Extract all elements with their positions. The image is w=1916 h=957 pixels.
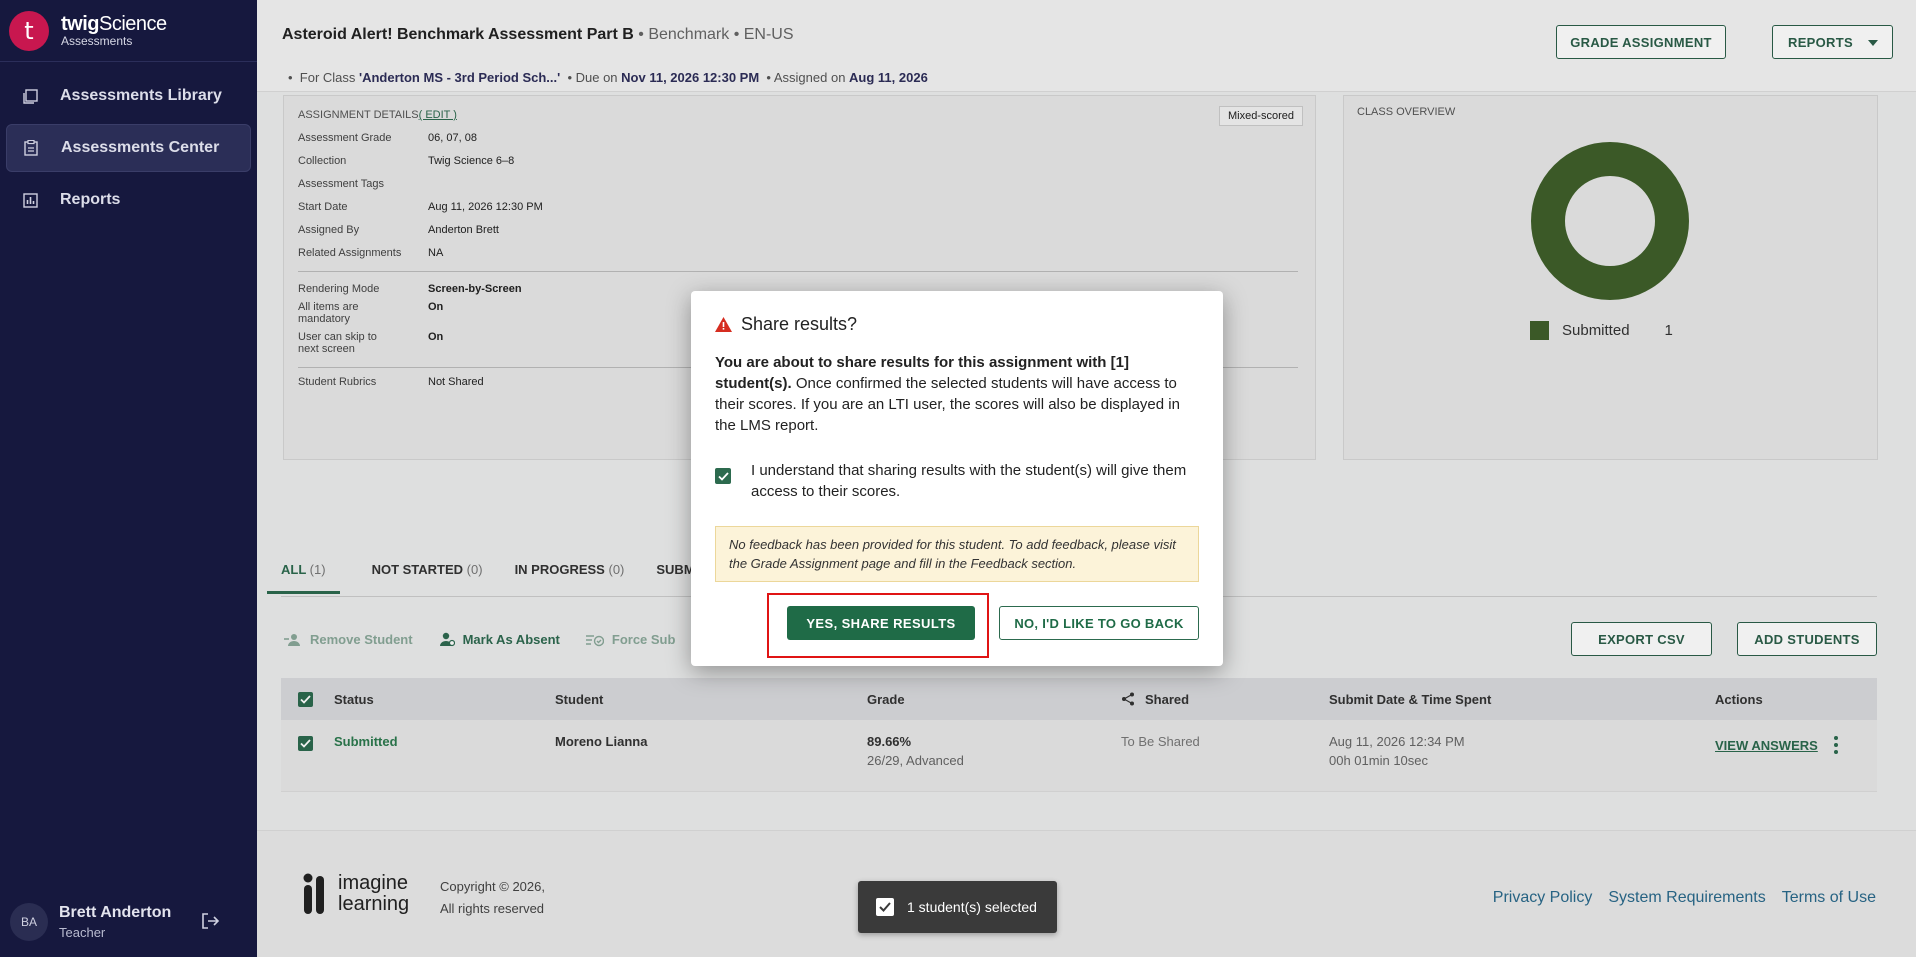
sidebar-item-assessments-center[interactable]: Assessments Center: [6, 124, 251, 172]
acknowledge-checkbox[interactable]: [715, 468, 731, 484]
logout-icon[interactable]: [200, 911, 220, 931]
user-role: Teacher: [59, 925, 106, 940]
bar-chart-icon: [22, 192, 38, 208]
selection-bar: 1 student(s) selected: [858, 881, 1057, 933]
sidebar-item-assessments-library[interactable]: Assessments Library: [6, 72, 251, 120]
go-back-button[interactable]: NO, I'D LIKE TO GO BACK: [999, 606, 1199, 640]
sidebar-item-label: Reports: [60, 191, 121, 208]
brand-subtitle: Assessments: [61, 33, 133, 48]
library-icon: [22, 88, 38, 104]
avatar: BA: [10, 903, 48, 941]
selection-checkbox[interactable]: [876, 898, 894, 916]
yes-share-results-button[interactable]: YES, SHARE RESULTS: [787, 606, 975, 640]
dialog-message: You are about to share results for this …: [715, 354, 1180, 434]
user-panel: BA Brett Anderton Teacher: [0, 887, 257, 957]
brand: t twigScience Assessments: [0, 0, 257, 62]
feedback-warning: No feedback has been provided for this s…: [715, 526, 1199, 582]
share-results-dialog: Share results? You are about to share re…: [691, 291, 1223, 666]
sidebar-item-label: Assessments Library: [60, 87, 222, 104]
clipboard-icon: [23, 140, 39, 156]
brand-name: twigScience: [61, 12, 167, 35]
sidebar-item-reports[interactable]: Reports: [6, 176, 251, 224]
user-name: Brett Anderton: [59, 904, 172, 921]
selection-count: 1 student(s) selected: [907, 899, 1037, 915]
dialog-title: Share results?: [741, 314, 858, 334]
warning-icon: [715, 317, 732, 332]
brand-logo: t: [9, 10, 49, 51]
acknowledge-label: I understand that sharing results with t…: [751, 462, 1187, 500]
sidebar: t twigScience Assessments Assessments Li…: [0, 0, 257, 957]
acknowledge-row: I understand that sharing results with t…: [715, 460, 1195, 502]
sidebar-item-label: Assessments Center: [61, 139, 220, 156]
